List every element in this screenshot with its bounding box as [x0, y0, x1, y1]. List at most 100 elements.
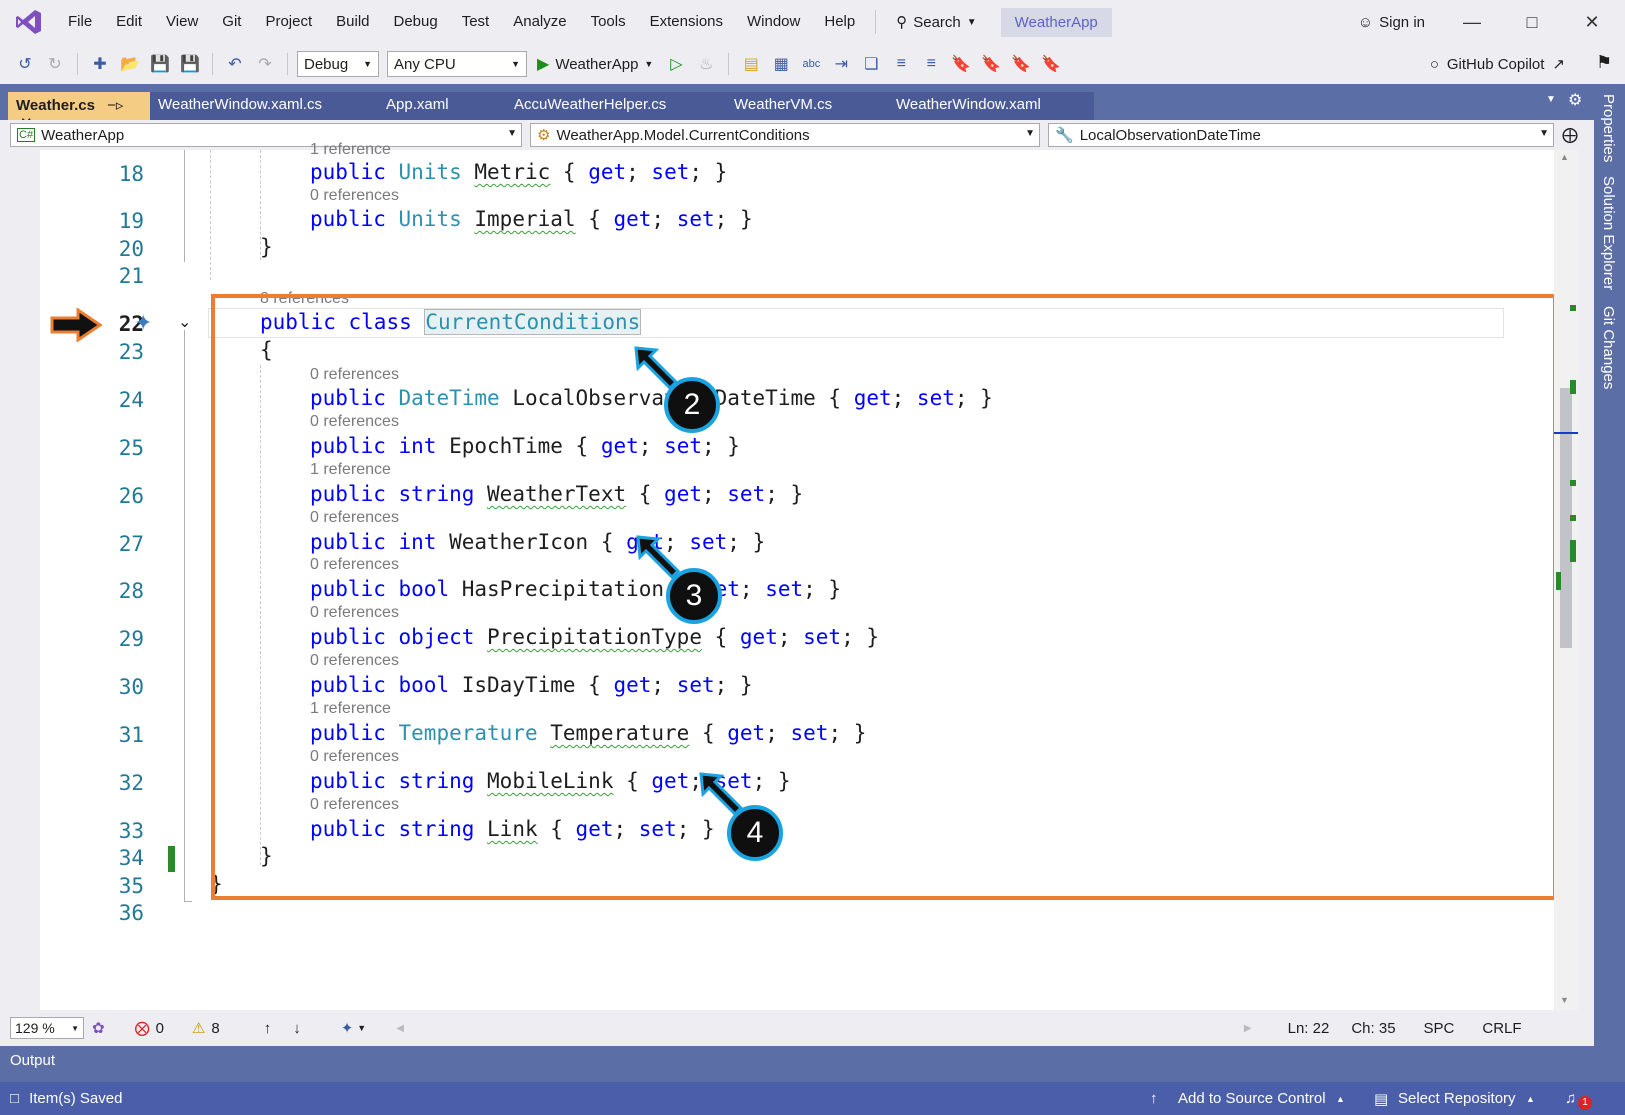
layout-icon[interactable]: ▦ [768, 51, 794, 77]
tab-accuweatherhelper-cs[interactable]: AccuWeatherHelper.cs [506, 92, 726, 120]
scroll-left-icon[interactable]: ◀ [396, 1023, 404, 1034]
add-to-source-control-button[interactable]: Add to Source Control [1178, 1090, 1326, 1107]
notification-bell-icon[interactable]: ♫ [1565, 1090, 1576, 1107]
tab-weatherwindow-xaml-cs[interactable]: WeatherWindow.xaml.cs [150, 92, 378, 120]
menu-help[interactable]: Help [812, 0, 867, 44]
line-number: 31 [118, 723, 144, 747]
line-ending-indicator[interactable]: CRLF [1482, 1020, 1521, 1037]
back-icon[interactable]: ↺ [12, 51, 38, 77]
github-copilot-button[interactable]: ○ GitHub Copilot ↗ [1430, 44, 1565, 84]
type-dropdown[interactable]: ⚙ WeatherApp.Model.CurrentConditions ▼ [530, 123, 1040, 147]
undo-icon[interactable]: ↶ [222, 51, 248, 77]
menu-file[interactable]: File [56, 0, 104, 44]
platform-select[interactable]: Any CPU ▼ [387, 51, 527, 77]
feedback-icon[interactable]: ⚑ [1596, 52, 1612, 73]
menu-project[interactable]: Project [253, 0, 324, 44]
run-target-label: WeatherApp [555, 55, 639, 73]
line-number: 26 [118, 484, 144, 508]
scroll-right-icon[interactable]: ▶ [1244, 1023, 1252, 1034]
menu-git[interactable]: Git [210, 0, 253, 44]
copy-icon[interactable]: ❏ [858, 51, 884, 77]
chevron-down-icon: ▼ [363, 59, 372, 69]
bookmark-prev-icon[interactable]: 🔖 [978, 51, 1004, 77]
bookmark-next-icon[interactable]: 🔖 [1008, 51, 1034, 77]
close-window-button[interactable]: ✕ [1565, 0, 1619, 44]
search-button[interactable]: ⚲ Search ▼ [884, 13, 988, 32]
line-number: 21 [118, 264, 144, 288]
configuration-select[interactable]: Debug ▼ [297, 51, 379, 77]
intellicode-icon[interactable]: ✿ [92, 1019, 105, 1037]
redo-icon[interactable]: ↷ [252, 51, 278, 77]
menu-separator [875, 10, 877, 34]
whitespace-indicator[interactable]: SPC [1424, 1020, 1455, 1037]
settings-icon[interactable]: ⚙ [1568, 90, 1582, 110]
open-folder-icon[interactable]: 📂 [117, 51, 143, 77]
scroll-down-icon[interactable]: ▼ [1560, 995, 1569, 1005]
zoom-select[interactable]: 129 % ▼ [10, 1017, 84, 1039]
tab-weathervm-cs[interactable]: WeatherVM.cs [726, 92, 888, 120]
collapse-chevron-icon[interactable]: ⌄ [178, 312, 191, 332]
start-without-debugging-icon[interactable]: ▷ [663, 51, 689, 77]
tab-weatherwindow-xaml[interactable]: WeatherWindow.xaml [888, 92, 1094, 120]
menu-view[interactable]: View [154, 0, 210, 44]
bookmark-clear-icon[interactable]: 🔖 [1038, 51, 1064, 77]
annotation-highlight-box [211, 294, 1557, 900]
menu-window[interactable]: Window [735, 0, 812, 44]
save-all-icon[interactable]: 💾 [177, 51, 203, 77]
indent-icon[interactable]: ≡ [888, 51, 914, 77]
forward-icon[interactable]: ↻ [42, 51, 68, 77]
vertical-scrollbar[interactable]: ▲ ▼ [1554, 150, 1578, 1010]
previous-issue-icon[interactable]: ↑ [264, 1020, 272, 1037]
chevron-down-icon: ▼ [644, 59, 654, 69]
output-panel-tab[interactable]: Output [0, 1046, 1594, 1082]
menu-build[interactable]: Build [324, 0, 381, 44]
solution-explorer-tab[interactable]: Solution Explorer [1600, 176, 1617, 290]
tab-app-xaml[interactable]: App.xaml [378, 92, 506, 120]
properties-tab[interactable]: Properties [1600, 94, 1617, 162]
codelens-references[interactable]: 0 references [310, 187, 399, 205]
minimize-button[interactable]: — [1445, 0, 1499, 44]
tab-list-dropdown-icon[interactable]: ▼ [1546, 94, 1556, 105]
menu-debug[interactable]: Debug [382, 0, 450, 44]
error-icon[interactable]: ⨂ [135, 1019, 150, 1037]
line-number: 29 [118, 627, 144, 651]
member-dropdown[interactable]: 🔧 LocalObservationDateTime ▼ [1048, 123, 1554, 147]
sign-in-button[interactable]: ☺ Sign in [1358, 0, 1425, 44]
git-changes-tab[interactable]: Git Changes [1600, 306, 1617, 389]
tab-weather-cs[interactable]: Weather.cs −▹ ✕ [8, 92, 150, 132]
type-value: WeatherApp.Model.CurrentConditions [556, 126, 810, 144]
menu-test[interactable]: Test [450, 0, 502, 44]
menu-edit[interactable]: Edit [104, 0, 154, 44]
document-tab-strip: Weather.cs −▹ ✕ WeatherWindow.xaml.cs Ap… [0, 84, 1594, 132]
code-line-20: } [260, 235, 273, 259]
play-icon: ▶ [537, 56, 550, 73]
pin-icon[interactable]: −▹ [107, 97, 123, 114]
toolbar-separator [728, 53, 730, 75]
quick-actions-icon[interactable]: ✦ [134, 310, 152, 336]
new-project-icon[interactable]: ✚ [87, 51, 113, 77]
next-issue-icon[interactable]: ↓ [293, 1020, 301, 1037]
split-editor-icon[interactable]: ⨁ [1562, 125, 1578, 145]
share-icon[interactable]: ↗ [1552, 55, 1565, 73]
warning-icon[interactable]: ⚠ [192, 1019, 205, 1037]
spell-check-icon[interactable]: abc [798, 51, 824, 77]
codelens-references[interactable]: 1 reference [310, 141, 391, 159]
bookmark-icon[interactable]: 🔖 [948, 51, 974, 77]
save-icon[interactable]: 💾 [147, 51, 173, 77]
hot-reload-icon[interactable]: ♨ [693, 51, 719, 77]
step-icon[interactable]: ⇥ [828, 51, 854, 77]
menu-analyze[interactable]: Analyze [501, 0, 578, 44]
user-icon: ☺ [1357, 13, 1374, 31]
chevron-down-icon: ▼ [966, 16, 977, 28]
menu-extensions[interactable]: Extensions [638, 0, 735, 44]
start-debugging-button[interactable]: ▶ WeatherApp ▼ [531, 54, 659, 74]
maximize-button[interactable]: □ [1505, 0, 1559, 44]
select-repository-button[interactable]: Select Repository [1398, 1090, 1516, 1107]
solution-explorer-icon[interactable]: ▤ [738, 51, 764, 77]
chevron-down-icon[interactable]: ▼ [357, 1023, 366, 1033]
scroll-up-icon[interactable]: ▲ [1560, 152, 1569, 162]
project-dropdown[interactable]: C# WeatherApp ▼ [10, 123, 522, 147]
outdent-icon[interactable]: ≡ [918, 51, 944, 77]
menu-tools[interactable]: Tools [579, 0, 638, 44]
code-cleanup-icon[interactable]: ✦ [341, 1019, 354, 1037]
